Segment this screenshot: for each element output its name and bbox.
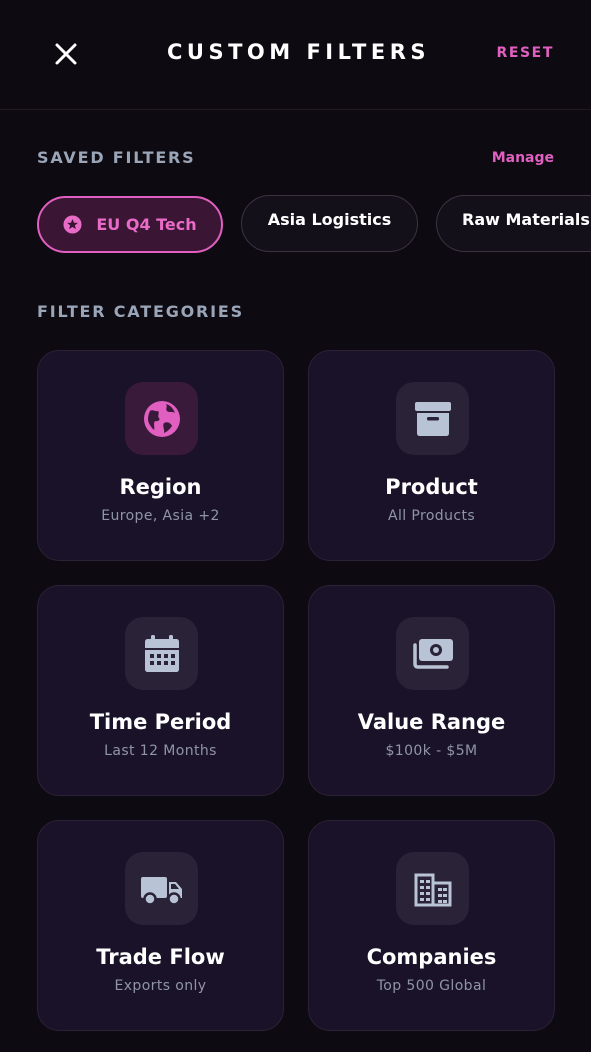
card-value: $100k - $5M bbox=[385, 743, 478, 759]
globe-icon bbox=[143, 400, 180, 437]
card-value: Europe, Asia +2 bbox=[101, 508, 220, 524]
header: CUSTOM FILTERS RESET bbox=[0, 0, 591, 110]
card-value: Last 12 Months bbox=[104, 743, 217, 759]
chip-label: EU Q4 Tech bbox=[96, 215, 197, 234]
card-title: Region bbox=[119, 475, 202, 499]
chip-label: Raw Materials bbox=[462, 210, 590, 229]
card-title: Value Range bbox=[357, 710, 506, 734]
money-icon bbox=[412, 638, 453, 669]
category-card-time-period[interactable]: Time Period Last 12 Months bbox=[37, 585, 284, 796]
star-circle-icon bbox=[63, 215, 82, 234]
category-card-trade-flow[interactable]: Trade Flow Exports only bbox=[37, 820, 284, 1031]
card-title: Product bbox=[385, 475, 478, 499]
icon-container bbox=[396, 382, 469, 455]
category-card-companies[interactable]: Companies Top 500 Global bbox=[308, 820, 555, 1031]
category-card-value-range[interactable]: Value Range $100k - $5M bbox=[308, 585, 555, 796]
icon-container bbox=[396, 852, 469, 925]
saved-filters-label: SAVED FILTERS bbox=[37, 148, 196, 167]
truck-icon bbox=[140, 876, 182, 906]
chip-label: Asia Logistics bbox=[267, 210, 392, 229]
icon-container bbox=[125, 382, 198, 455]
filter-categories-label: FILTER CATEGORIES bbox=[37, 302, 244, 321]
card-title: Trade Flow bbox=[96, 945, 225, 969]
card-title: Time Period bbox=[89, 710, 232, 734]
card-title: Companies bbox=[366, 945, 497, 969]
calendar-icon bbox=[144, 634, 179, 672]
icon-container bbox=[396, 617, 469, 690]
saved-filter-chip-eu-q4-tech[interactable]: EU Q4 Tech bbox=[37, 196, 223, 253]
saved-filter-chip-asia-logistics[interactable]: Asia Logistics bbox=[241, 195, 418, 252]
category-card-product[interactable]: Product All Products bbox=[308, 350, 555, 561]
icon-container bbox=[125, 617, 198, 690]
category-card-region[interactable]: Region Europe, Asia +2 bbox=[37, 350, 284, 561]
card-value: Exports only bbox=[114, 978, 207, 994]
building-icon bbox=[414, 873, 451, 906]
saved-filter-chip-raw-materials[interactable]: Raw Materials bbox=[436, 195, 591, 252]
card-value: Top 500 Global bbox=[376, 978, 487, 994]
archive-box-icon bbox=[414, 401, 451, 436]
icon-container bbox=[125, 852, 198, 925]
manage-button[interactable]: Manage bbox=[492, 150, 554, 166]
card-value: All Products bbox=[387, 508, 476, 524]
reset-button[interactable]: RESET bbox=[496, 45, 554, 61]
